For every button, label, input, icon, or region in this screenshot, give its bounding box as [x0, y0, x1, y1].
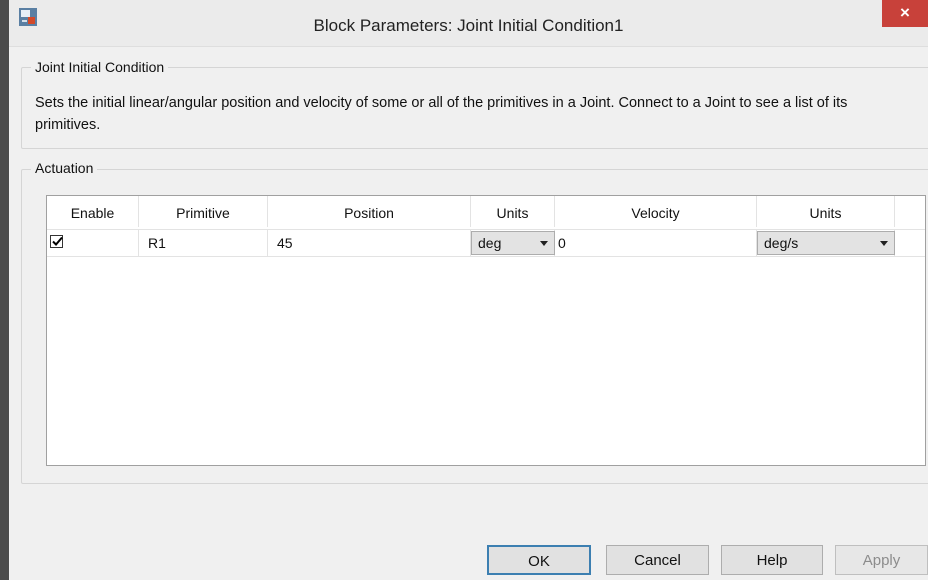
- cancel-button[interactable]: Cancel: [606, 545, 709, 575]
- position-input[interactable]: 45: [268, 230, 471, 256]
- column-header-enable[interactable]: Enable: [47, 196, 139, 227]
- table-row: R1 45 deg 0 deg/s: [47, 229, 925, 257]
- close-button[interactable]: ×: [882, 0, 928, 27]
- actuation-legend: Actuation: [31, 160, 98, 176]
- column-header-velocity-units[interactable]: Units: [757, 196, 895, 227]
- block-description: Sets the initial linear/angular position…: [35, 95, 848, 133]
- checkmark-icon: [52, 236, 63, 246]
- position-units-dropdown[interactable]: deg: [471, 231, 555, 255]
- velocity-input[interactable]: 0: [555, 230, 757, 256]
- velocity-units-value: deg/s: [764, 235, 799, 251]
- window-title: Block Parameters: Joint Initial Conditio…: [313, 16, 624, 35]
- enable-checkbox[interactable]: [50, 235, 63, 248]
- column-header-primitive[interactable]: Primitive: [139, 196, 268, 227]
- velocity-units-cell: deg/s: [757, 230, 895, 256]
- title-bar[interactable]: Block Parameters: Joint Initial Conditio…: [9, 0, 928, 47]
- column-header-velocity[interactable]: Velocity: [555, 196, 757, 227]
- table-header: Enable Primitive Position Units Velocity…: [47, 196, 925, 227]
- apply-button[interactable]: Apply: [835, 545, 928, 575]
- position-units-value: deg: [478, 235, 502, 251]
- column-header-position[interactable]: Position: [268, 196, 471, 227]
- dropdown-arrow-icon: [540, 241, 548, 246]
- position-units-cell: deg: [471, 230, 555, 256]
- enable-cell: [47, 230, 139, 256]
- dialog-window: Block Parameters: Joint Initial Conditio…: [9, 0, 928, 580]
- column-header-position-units[interactable]: Units: [471, 196, 555, 227]
- ok-button[interactable]: OK: [487, 545, 591, 575]
- primitive-cell: R1: [139, 230, 268, 256]
- actuation-table: Enable Primitive Position Units Velocity…: [46, 195, 926, 466]
- joint-initial-condition-legend: Joint Initial Condition: [31, 59, 169, 75]
- velocity-units-dropdown[interactable]: deg/s: [757, 231, 895, 255]
- help-button[interactable]: Help: [721, 545, 823, 575]
- dropdown-arrow-icon: [880, 241, 888, 246]
